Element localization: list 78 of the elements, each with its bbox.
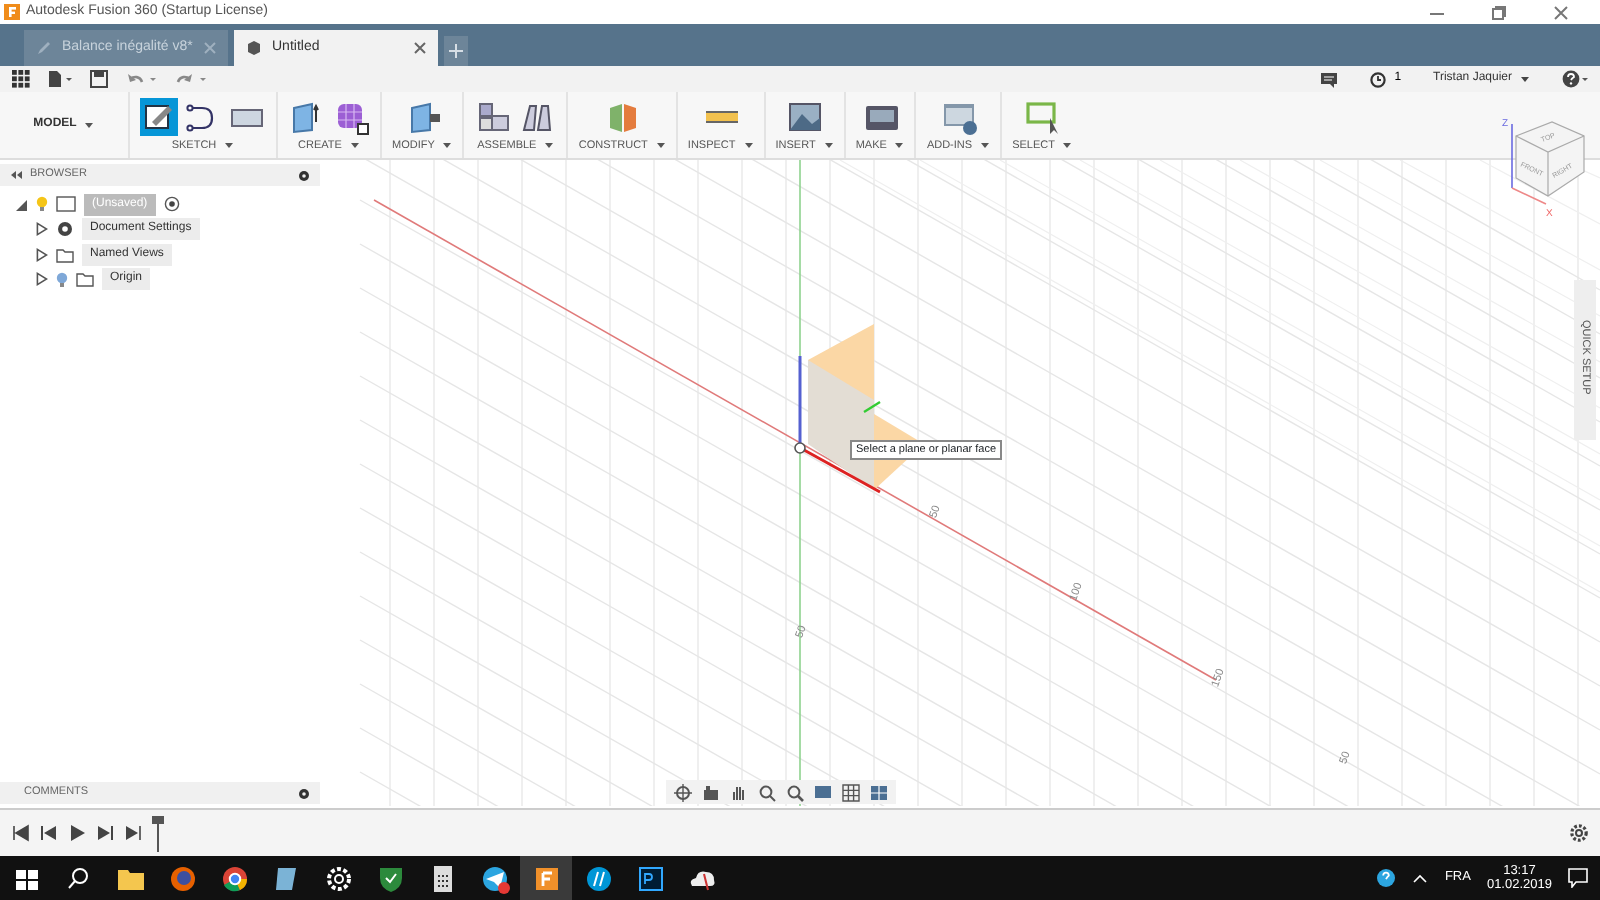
expand-arrow-icon[interactable] <box>36 272 48 287</box>
round-logo-icon <box>581 861 615 895</box>
caret-icon <box>1062 142 1073 151</box>
image-icon <box>785 98 824 136</box>
square-logo-icon <box>633 861 667 895</box>
gear-icon <box>56 220 74 239</box>
settings-icon[interactable] <box>1570 824 1588 842</box>
x-axis-line <box>1511 187 1547 205</box>
window-gear-icon <box>939 98 978 136</box>
selection-box-icon <box>1023 98 1062 136</box>
settings-icon[interactable] <box>298 787 310 799</box>
caret-icon <box>84 121 95 129</box>
globe-icon <box>165 861 199 895</box>
caret-icon <box>1520 75 1530 83</box>
hand-icon[interactable] <box>730 783 748 801</box>
undo-icon[interactable] <box>126 70 158 88</box>
tool-button[interactable] <box>140 98 178 136</box>
settings-icon[interactable] <box>298 169 310 181</box>
caret-icon <box>442 142 453 151</box>
timeline-marker[interactable] <box>152 815 164 851</box>
apps-grid-icon[interactable] <box>12 70 30 88</box>
tool-button[interactable] <box>785 98 824 136</box>
skip-end-icon[interactable] <box>124 824 142 842</box>
help-icon[interactable] <box>1376 868 1397 888</box>
search-icon[interactable] <box>786 783 804 801</box>
caret-icon <box>349 142 360 151</box>
lightbulb-icon[interactable] <box>36 196 48 213</box>
expand-arrow-icon[interactable] <box>16 197 28 212</box>
save-icon[interactable] <box>90 70 108 88</box>
collapse-icon[interactable] <box>10 170 22 180</box>
play-icon[interactable] <box>68 824 86 842</box>
clock-icon <box>1370 71 1387 87</box>
camera-icon[interactable] <box>702 783 720 801</box>
caret-icon <box>743 142 754 151</box>
restore-icon[interactable] <box>1492 5 1506 19</box>
step-forward-icon[interactable] <box>96 824 114 842</box>
close-icon[interactable] <box>414 42 426 54</box>
paper-plane-icon <box>477 861 511 895</box>
expand-arrow-icon[interactable] <box>36 222 48 237</box>
y-axis-line <box>863 401 881 413</box>
notification-icon[interactable] <box>1568 868 1588 888</box>
redo-icon[interactable] <box>176 70 208 88</box>
app-logo-icon <box>4 4 20 20</box>
gear-icon <box>321 861 355 895</box>
circle-icon <box>217 861 251 895</box>
caret-icon <box>980 142 991 151</box>
caret-icon <box>544 142 555 151</box>
orbit-icon[interactable] <box>674 783 692 801</box>
chevron-up-icon[interactable] <box>1412 872 1429 884</box>
tool-button[interactable] <box>1023 98 1062 136</box>
component-icon <box>56 196 76 213</box>
viewport-icon[interactable] <box>870 783 888 801</box>
caret-icon <box>655 142 666 151</box>
components-icon <box>474 98 513 136</box>
radio-icon[interactable] <box>163 196 180 213</box>
file-icon[interactable] <box>48 70 72 88</box>
cube-icon <box>246 40 262 56</box>
z-axis-line <box>1511 123 1513 189</box>
display-icon[interactable] <box>814 783 832 801</box>
tool-button[interactable] <box>332 98 370 136</box>
z-axis-line <box>798 356 802 444</box>
step-back-icon[interactable] <box>40 824 58 842</box>
grid-icon[interactable] <box>842 783 860 801</box>
notification-icon[interactable] <box>1320 71 1339 87</box>
lightbulb-icon[interactable] <box>56 271 68 288</box>
caret-icon <box>224 142 235 151</box>
grid-cube-icon <box>332 98 370 136</box>
taskbar-app[interactable] <box>520 856 572 900</box>
pencil-icon <box>36 40 52 56</box>
caret-icon <box>823 142 834 151</box>
zoom-icon[interactable] <box>758 783 776 801</box>
expand-arrow-icon[interactable] <box>36 247 48 262</box>
new-tab-icon[interactable] <box>444 36 468 66</box>
help-icon[interactable] <box>1562 70 1588 88</box>
close-icon[interactable] <box>1554 5 1568 19</box>
caret-icon <box>894 142 905 151</box>
origin-point[interactable] <box>794 442 806 454</box>
skip-start-icon[interactable] <box>12 824 30 842</box>
